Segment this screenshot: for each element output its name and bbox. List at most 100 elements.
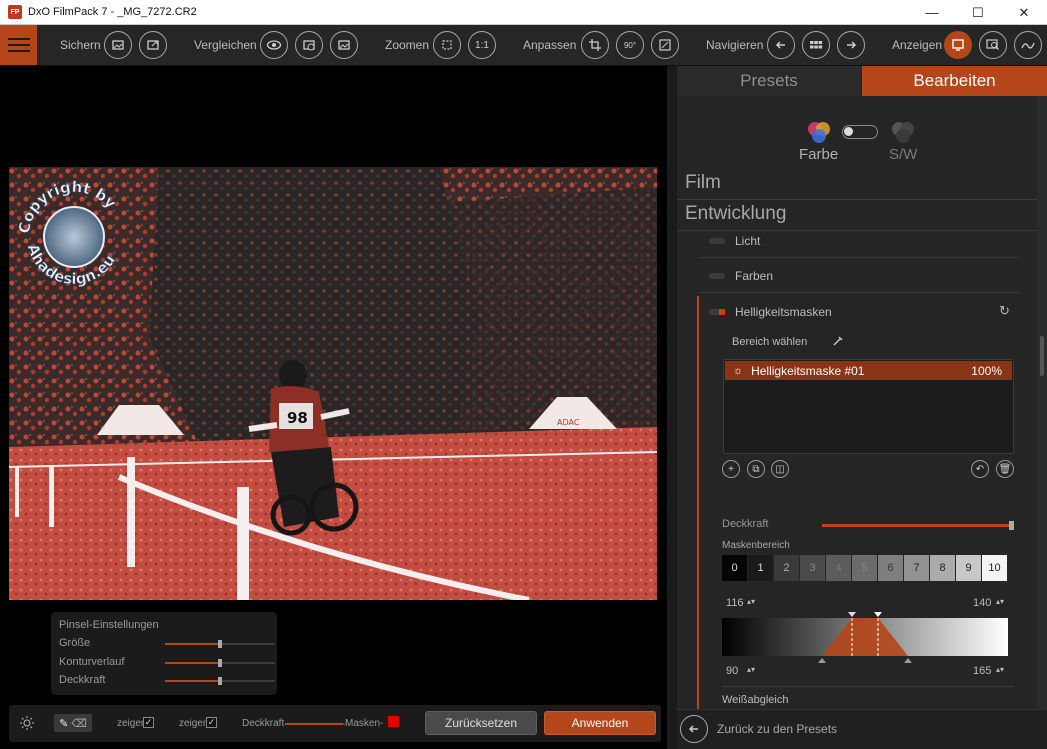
sub-luma-masks[interactable]: Helligkeitsmasken [699,295,1019,329]
previous-arrow-icon[interactable] [767,31,795,59]
export-image-icon[interactable] [104,31,132,59]
show-checkbox-2[interactable]: ✓ [206,717,217,728]
bw-mode-label: S/W [889,146,918,163]
back-arrow-icon[interactable] [680,715,708,743]
eraser-icon[interactable]: ⌫ [71,717,87,730]
brightness-sun-icon[interactable] [20,716,34,735]
histogram-icon[interactable] [1014,31,1042,59]
luma-masks-toggle[interactable] [709,309,725,315]
brush-settings-title: Pinsel-Einstellungen [59,619,159,631]
show-checkbox-1[interactable]: ✓ [143,717,154,728]
side-by-side-icon[interactable] [330,31,358,59]
grid-view-icon[interactable] [802,31,830,59]
mask-opacity-label: Deckkraft [242,718,285,729]
compare-eye-icon[interactable] [260,31,288,59]
mask-list: ☼ Helligkeitsmaske #01 100% [723,359,1014,454]
sub-colors[interactable]: Farben [699,259,1019,293]
brush-size-slider[interactable] [165,640,275,648]
crop-icon[interactable] [581,31,609,59]
back-to-presets-bar[interactable]: Zurück zu den Presets [677,709,1047,749]
next-arrow-icon[interactable] [837,31,865,59]
range-bottom-left-spinner-icon[interactable]: ▴▾ [747,665,755,674]
zone-3[interactable]: 3 [800,555,825,581]
apply-button[interactable]: Anwenden [544,711,656,735]
minimize-button[interactable]: — [909,0,955,25]
panel-divider[interactable] [667,66,677,749]
sub-light[interactable]: Licht [699,224,1019,258]
mask-item-name: Helligkeitsmaske #01 [751,363,865,378]
range-top-left-spinner-icon[interactable]: ▴▾ [747,597,755,606]
zoom-1to1-button[interactable]: 1:1 [468,31,496,59]
brush-eraser-toggle[interactable]: ✎ ⌫ [54,714,92,732]
color-bw-toggle[interactable] [842,125,878,139]
range-top-right-spinner-icon[interactable]: ▴▾ [996,597,1004,606]
split-view-icon[interactable] [295,31,323,59]
zone-10[interactable]: 10 [982,555,1007,581]
rotate-90-button[interactable]: 90° [616,31,644,59]
close-button[interactable]: ✕ [1001,0,1047,25]
divider [722,686,1014,687]
main-toolbar: Sichern Vergleichen Zoomen 1:1 Anpassen … [0,25,1047,66]
duplicate-mask-icon[interactable]: ⧉ [747,460,765,478]
navigate-label: Navigieren [706,38,764,52]
brush-opacity-slider[interactable] [165,677,275,685]
light-toggle[interactable] [709,237,725,244]
zone-8[interactable]: 8 [930,555,955,581]
mask-list-item[interactable]: ☼ Helligkeitsmaske #01 100% [725,361,1012,380]
mask-item-opacity: 100% [971,363,1002,378]
range-bottom-left-value[interactable]: 90 [726,665,738,677]
sub-luma-masks-label: Helligkeitsmasken [735,305,832,319]
zone-0[interactable]: 0 [722,555,747,581]
brush-opacity-label: Deckkraft [59,674,106,687]
hamburger-menu-button[interactable] [0,25,37,65]
tab-edit[interactable]: Bearbeiten [862,66,1047,96]
mask-opacity-slider[interactable] [285,723,345,725]
colors-toggle[interactable] [709,272,725,279]
reset-section-icon[interactable]: ↻ [999,303,1010,319]
eyedropper-icon[interactable] [832,334,844,352]
select-area-label: Bereich wählen [732,336,808,348]
export-to-app-icon[interactable] [139,31,167,59]
brush-feather-row: Konturverlauf [59,653,275,672]
range-bottom-right-value[interactable]: 165 [973,665,991,677]
zone-7[interactable]: 7 [904,555,929,581]
fullscreen-display-icon[interactable] [944,31,972,59]
range-bottom-right-spinner-icon[interactable]: ▴▾ [996,665,1004,674]
loupe-icon[interactable] [979,31,1007,59]
brush-feather-label: Konturverlauf [59,655,125,668]
undo-mask-icon[interactable]: ↶ [971,460,989,478]
section-film[interactable]: Film [677,172,1037,200]
maximize-button[interactable]: ☐ [955,0,1001,25]
delete-mask-icon[interactable]: 🗑 [996,460,1014,478]
image-viewer[interactable]: ADAC 98 Copyright by Ahadesign.eu Pinsel… [0,66,667,749]
range-top-right-value[interactable]: 140 [973,597,991,609]
range-top-left-value[interactable]: 116 [726,597,744,609]
save-label: Sichern [60,38,101,52]
zoom-label: Zoomen [385,38,430,52]
zone-4[interactable]: 4 [826,555,851,581]
fit-zoom-icon[interactable] [433,31,461,59]
zone-6[interactable]: 6 [878,555,903,581]
zone-5[interactable]: 5 [852,555,877,581]
mask-color-label: Masken- [345,718,384,729]
zone-9[interactable]: 9 [956,555,981,581]
white-balance-label[interactable]: Weißabgleich [722,694,788,706]
zone-1[interactable]: 1 [748,555,773,581]
panel-scrollbar[interactable] [1037,96,1047,716]
straighten-icon[interactable] [651,31,679,59]
tab-presets[interactable]: Presets [677,66,861,96]
reset-button[interactable]: Zurücksetzen [425,711,537,735]
brush-feather-slider[interactable] [165,658,275,667]
brush-icon[interactable]: ✎ [59,717,68,730]
tent-label: ADAC [557,418,580,427]
app-logo-icon: FP [8,5,22,19]
zone-2[interactable]: 2 [774,555,799,581]
mask-color-swatch[interactable] [388,716,399,727]
add-mask-icon[interactable]: + [722,460,740,478]
preview-photo[interactable]: ADAC 98 Copyright by Ahadesign.eu [9,167,657,600]
mask-range-editor[interactable] [722,612,1008,663]
mask-opacity-slider[interactable] [822,521,1014,530]
brush-opacity-row: Deckkraft [59,671,275,690]
invert-mask-icon[interactable]: ◫ [771,460,789,478]
brush-settings-panel: Pinsel-Einstellungen Größe Konturverlauf… [51,612,277,695]
